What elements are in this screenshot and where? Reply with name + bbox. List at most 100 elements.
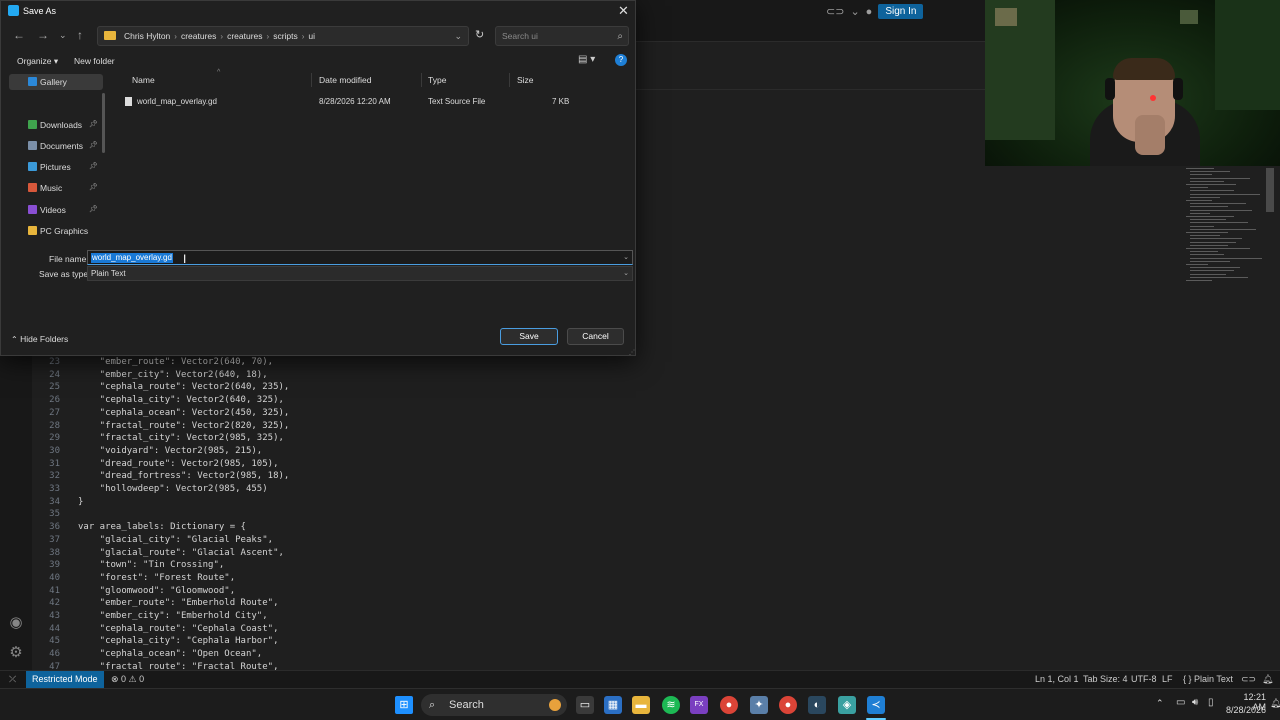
view-options-icon[interactable]: ▤ ▾ (578, 54, 595, 65)
code-line[interactable]: 45 "cephala_city": "Cephala Harbor", (32, 635, 278, 648)
up-arrow-icon[interactable]: ↑ (77, 28, 83, 42)
chrome-profile-icon[interactable]: ● (779, 696, 797, 714)
code-line[interactable]: 46 "cephala_ocean": "Open Ocean", (32, 648, 262, 661)
resize-grip-icon[interactable]: ⋰ (629, 349, 635, 356)
breadcrumb-item[interactable]: scripts (273, 31, 298, 41)
breadcrumb-item[interactable]: creatures (227, 31, 262, 41)
network-icon[interactable]: ▭ (1176, 697, 1185, 708)
code-line[interactable]: 43 "ember_city": "Emberhold City", (32, 610, 268, 623)
file-name-dropdown-icon[interactable]: ⌄ (623, 253, 629, 261)
problems-count[interactable]: ⊗ 0 ⚠ 0 (111, 671, 144, 688)
code-line[interactable]: 42 "ember_route": "Emberhold Route", (32, 597, 278, 610)
hide-folders-toggle[interactable]: ⌃ Hide Folders (11, 334, 68, 344)
tray-overflow-icon[interactable]: ⌃ (1156, 698, 1164, 709)
copilot-icon[interactable]: ⊂⊃ (826, 5, 844, 18)
forward-arrow-icon[interactable]: → (37, 28, 49, 42)
code-line[interactable]: 44 "cephala_route": "Cephala Coast", (32, 623, 278, 636)
code-line[interactable]: 24 "ember_city": Vector2(640, 18), (32, 369, 268, 382)
new-folder-button[interactable]: New folder (74, 56, 115, 66)
help-icon[interactable]: ? (615, 54, 627, 66)
search-input[interactable]: Search ui ⌕ (495, 26, 629, 46)
code-line[interactable]: 23 "ember_route": Vector2(640, 70), (32, 356, 273, 369)
notifications-icon[interactable]: 🔔︎ (1262, 671, 1273, 688)
file-explorer-icon[interactable]: ▬ (632, 696, 650, 714)
recent-locations-icon[interactable]: ⌄ (59, 30, 67, 41)
speaker-icon[interactable]: 🔊︎ (1192, 697, 1198, 708)
nav-pane-scrollbar[interactable] (102, 93, 105, 153)
minimap[interactable] (1186, 168, 1266, 288)
app-icon[interactable]: ✦ (750, 696, 768, 714)
hudfx-app-icon[interactable]: FX (690, 696, 708, 714)
nav-item-pictures[interactable]: Pictures (28, 159, 71, 175)
address-bar[interactable]: Chris Hylton › creatures › creatures › scripts… (97, 26, 469, 46)
code-line[interactable]: 26 "cephala_city": Vector2(640, 325), (32, 394, 284, 407)
editor-scrollbar[interactable] (1266, 168, 1274, 212)
code-line[interactable]: 35 (32, 508, 78, 521)
code-editor[interactable]: 23 "ember_route": Vector2(640, 70), 24 "e… (32, 356, 982, 670)
code-line[interactable]: 28 "fractal_route": Vector2(820, 325), (32, 420, 289, 433)
code-line[interactable]: 47 "fractal_route": "Fractal Route", (32, 661, 278, 670)
chevron-down-icon[interactable]: ⌄ (850, 5, 859, 18)
code-line[interactable]: 31 "dread_route": Vector2(985, 105), (32, 458, 278, 471)
app-icon-2[interactable]: ◈ (838, 696, 856, 714)
restricted-mode-badge[interactable]: Restricted Mode (26, 671, 104, 688)
dialog-titlebar[interactable]: Save As ✕ (1, 1, 637, 21)
settings-gear-icon[interactable]: ⚙ (7, 644, 25, 662)
code-line[interactable]: 25 "cephala_route": Vector2(640, 235), (32, 381, 289, 394)
back-arrow-icon[interactable]: ← (13, 28, 25, 42)
column-name[interactable]: Name (132, 75, 155, 85)
taskbar-search[interactable]: ⌕ Search (421, 694, 567, 716)
nav-item-gallery[interactable]: Gallery (28, 74, 67, 90)
steam-icon[interactable]: ◐ (808, 696, 826, 714)
breadcrumb-item[interactable]: ui (308, 31, 315, 41)
account-icon[interactable]: ◉ (7, 614, 25, 632)
breadcrumb-item[interactable]: Chris Hylton (124, 31, 170, 41)
spotify-icon[interactable]: ≋ (662, 696, 680, 714)
file-name-input[interactable]: world_map_overlay.gd ⌄ (87, 250, 633, 265)
remote-icon[interactable]: ⤫ (9, 671, 16, 688)
save-type-select[interactable]: Plain Text ⌄ (87, 266, 633, 281)
code-line[interactable]: 29 "fractal_city": Vector2(985, 325), (32, 432, 284, 445)
column-type[interactable]: Type (428, 75, 446, 85)
notifications-icon[interactable]: 🔔︎ (1270, 698, 1280, 709)
nav-item-music[interactable]: Music (28, 180, 62, 196)
cursor-position[interactable]: Ln 1, Col 1 (1035, 671, 1079, 688)
nav-item-downloads[interactable]: Downloads (28, 117, 82, 133)
battery-icon[interactable]: ▯ (1208, 697, 1214, 708)
code-line[interactable]: 40 "forest": "Forest Route", (32, 572, 235, 585)
cancel-button[interactable]: Cancel (567, 328, 624, 345)
account-icon[interactable]: ● (866, 6, 873, 18)
copilot-status-icon[interactable]: ⊂⊃ (1241, 671, 1256, 688)
column-size[interactable]: Size (517, 75, 534, 85)
widgets-app-icon[interactable]: ▦ (604, 696, 622, 714)
code-line[interactable]: 32 "dread_fortress": Vector2(985, 18), (32, 470, 289, 483)
code-line[interactable]: 30 "voidyard": Vector2(985, 215), (32, 445, 262, 458)
column-date-modified[interactable]: Date modified (319, 75, 371, 85)
code-line[interactable]: 27 "cephala_ocean": Vector2(450, 325), (32, 407, 289, 420)
clock-date[interactable]: 8/28/2026 (1218, 705, 1266, 715)
save-button[interactable]: Save (500, 328, 558, 345)
nav-item-videos[interactable]: Videos (28, 202, 66, 218)
organize-button[interactable]: Organize ▾ (17, 56, 58, 67)
code-line[interactable]: 34} (32, 496, 83, 509)
nav-item-documents[interactable]: Documents (28, 138, 83, 154)
code-line[interactable]: 33 "hollowdeep": Vector2(985, 455) (32, 483, 268, 496)
breadcrumb-item[interactable]: creatures (181, 31, 216, 41)
code-line[interactable]: 41 "gloomwood": "Gloomwood", (32, 585, 235, 598)
language-mode[interactable]: { } Plain Text (1183, 671, 1233, 688)
encoding[interactable]: UTF-8 (1131, 671, 1157, 688)
start-windows-icon[interactable]: ⊞ (395, 696, 413, 714)
chrome-icon[interactable]: ● (720, 696, 738, 714)
code-line[interactable]: 39 "town": "Tin Crossing", (32, 559, 224, 572)
refresh-icon[interactable]: ↻ (475, 28, 484, 41)
close-icon[interactable]: ✕ (618, 3, 629, 19)
address-dropdown-icon[interactable]: ⌄ (454, 27, 462, 45)
task-view-icon[interactable]: ▭ (576, 696, 594, 714)
tab-size[interactable]: Tab Size: 4 (1083, 671, 1128, 688)
end-of-line[interactable]: LF (1162, 671, 1173, 688)
code-line[interactable]: 37 "glacial_city": "Glacial Peaks", (32, 534, 273, 547)
code-line[interactable]: 38 "glacial_route": "Glacial Ascent", (32, 547, 284, 560)
vscode-taskbar-icon[interactable]: ≺ (867, 696, 885, 714)
code-line[interactable]: 36 var area_labels: Dictionary = { (32, 521, 246, 534)
nav-item-pc-graphics[interactable]: PC Graphics (28, 223, 88, 239)
